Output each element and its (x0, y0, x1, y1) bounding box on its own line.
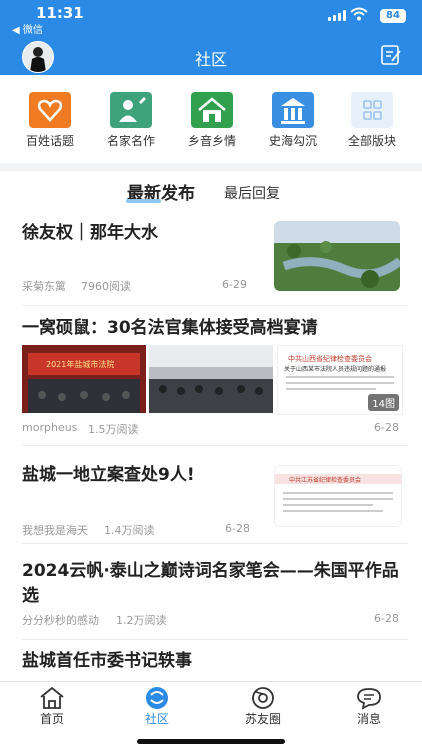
community-icon (146, 687, 168, 709)
compose-icon[interactable] (380, 44, 402, 66)
message-bubble-icon (357, 688, 381, 710)
category-baixing-huati[interactable]: 百姓话题 (10, 92, 90, 149)
signal-icon (328, 10, 346, 21)
post-date: 6-28 (374, 421, 399, 434)
post-image-2 (149, 345, 273, 413)
post-title: 一窝硕鼠：30名法官集体接受高档宴请 (22, 318, 318, 338)
battery-indicator: 84 (380, 9, 406, 23)
back-to-wechat[interactable]: ◀ 微信 (12, 21, 43, 36)
category-all-sections[interactable]: 全部版块 (332, 92, 412, 149)
category-xiangyin-xiangqing[interactable]: 乡音乡情 (172, 92, 252, 149)
post-image-1: 2021年盐城市法院 (22, 345, 146, 413)
status-time: 11:31 (36, 4, 84, 22)
post-image-banner: 2021年盐城市法院 (46, 360, 115, 369)
village-house-icon (191, 92, 233, 128)
post-author: 我想我是海天 (22, 524, 88, 537)
grid-icon (351, 92, 393, 128)
tab-community[interactable]: 社区 (117, 686, 197, 727)
post-image-3: 中共山西省纪律检查委员会 关于山西某市法院人员违规问题的通报 14图 (277, 345, 403, 415)
image-count-badge: 14图 (368, 394, 399, 411)
sort-tabs: 最新发布 最后回复 (0, 171, 422, 213)
post-item[interactable]: 2024云帆·泰山之巅诗词名家笔会——朱国平作品选 分分秒秒的感动 1.2万阅读… (22, 543, 408, 640)
post-read-count: 1.2万阅读 (116, 614, 167, 627)
tab-friends-circle[interactable]: 苏友圈 (223, 686, 303, 727)
home-indicator (137, 739, 285, 744)
tab-label: 苏友圈 (244, 712, 281, 726)
wifi-icon (350, 7, 368, 21)
category-row: 百姓话题 名家名作 乡音乡情 史海勾沉 全部版块 (0, 75, 422, 163)
status-bar: 11:31 ◀ 微信 84 (0, 0, 422, 36)
active-tab-underline (126, 199, 161, 203)
category-label: 乡音乡情 (187, 134, 236, 148)
post-author: morpheus (22, 421, 78, 434)
post-read-count: 1.4万阅读 (104, 524, 155, 537)
post-item[interactable]: 盐城一地立案查处9人! 中共江苏省纪律检查委员会 我想我是海天 1.4万阅读 6… (22, 445, 408, 544)
heart-hands-icon (29, 92, 71, 128)
tab-messages[interactable]: 消息 (329, 686, 409, 727)
post-date: 6-29 (222, 278, 247, 291)
category-label: 名家名作 (106, 134, 155, 148)
top-bar: 11:31 ◀ 微信 84 社区 (0, 0, 422, 75)
post-thumbnail (274, 221, 400, 291)
post-read-count: 7960阅读 (81, 280, 131, 293)
post-read-count: 1.5万阅读 (88, 423, 139, 436)
category-mingjia-mingzuo[interactable]: 名家名作 (91, 92, 171, 149)
author-icon (110, 92, 152, 128)
home-icon (40, 686, 64, 709)
category-label: 全部版块 (347, 134, 396, 148)
post-author: 分分秒秒的感动 (22, 614, 99, 627)
history-building-icon (272, 92, 314, 128)
category-label: 史海勾沉 (268, 134, 317, 148)
post-title: 徐友权｜那年大水 (22, 223, 158, 243)
tab-label: 首页 (39, 712, 64, 726)
tab-label: 消息 (356, 712, 381, 726)
page-title: 社区 (194, 50, 227, 69)
post-date: 6-28 (225, 522, 250, 535)
tab-home[interactable]: 首页 (12, 686, 92, 727)
post-title: 盐城首任市委书记轶事 (22, 651, 192, 671)
post-image-doc-subtitle: 关于山西某市法院人员违规问题的通报 (284, 366, 387, 373)
post-thumbnail: 中共江苏省纪律检查委员会 (274, 465, 402, 527)
bottom-tab-bar: 首页 社区 苏友圈 消息 (0, 681, 422, 751)
post-title: 2024云帆·泰山之巅诗词名家笔会——朱国平作品选 (22, 561, 399, 606)
tab-last-reply[interactable]: 最后回复 (224, 183, 280, 203)
post-thumbnail-header: 中共江苏省纪律检查委员会 (289, 477, 362, 484)
category-label: 百姓话题 (25, 134, 74, 148)
post-feed: 徐友权｜那年大水 采菊东篱 7960阅读 6-29 一窝硕鼠：30名法官集体接受… (0, 213, 422, 681)
post-title: 盐城一地立案查处9人! (22, 465, 195, 485)
post-item[interactable]: 盐城首任市委书记轶事 (22, 639, 408, 681)
post-item[interactable]: 一窝硕鼠：30名法官集体接受高档宴请 2021年盐城市法院 中共山西省纪律检查委… (22, 305, 408, 446)
post-author: 采菊东篱 (22, 280, 66, 293)
tab-label: 社区 (144, 712, 169, 726)
category-shihai-gouchen[interactable]: 史海勾沉 (253, 92, 333, 149)
post-date: 6-28 (374, 612, 399, 625)
post-image-doc-header: 中共山西省纪律检查委员会 (288, 355, 372, 363)
post-item[interactable]: 徐友权｜那年大水 采菊东篱 7960阅读 6-29 (22, 213, 408, 306)
camera-circle-icon (252, 687, 274, 709)
